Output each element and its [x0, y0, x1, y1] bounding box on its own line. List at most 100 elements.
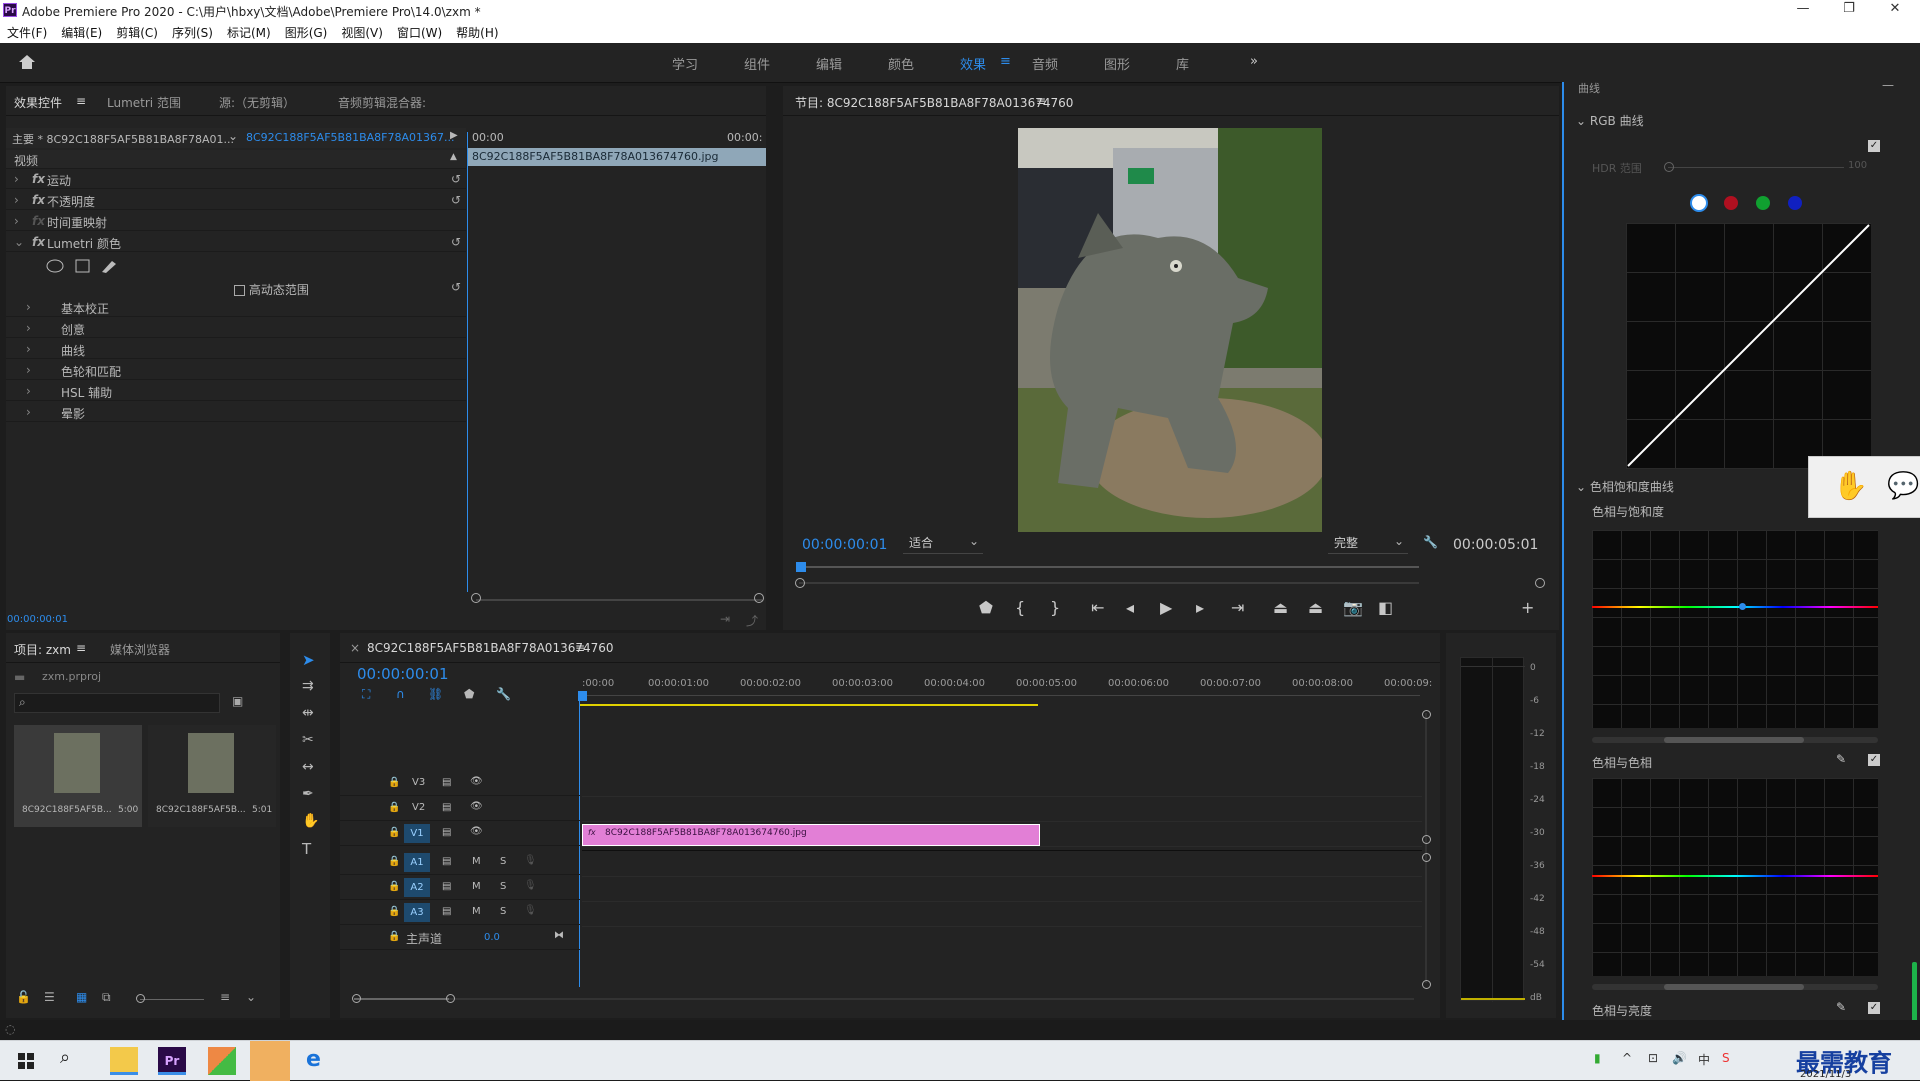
battery-icon[interactable]: ▮: [1594, 1051, 1601, 1065]
lumetri-curves[interactable]: › 曲线: [6, 340, 466, 359]
wrench-icon[interactable]: 🔧: [1423, 535, 1438, 549]
hdr-range-slider[interactable]: [1668, 167, 1844, 168]
maximize-icon[interactable]: ❐: [1826, 1, 1872, 20]
project-item-1[interactable]: 8C92C188F5AF5B... 5:00: [14, 725, 142, 827]
workspace-learn[interactable]: 学习: [672, 54, 698, 73]
ime-icon[interactable]: 中: [1698, 1051, 1710, 1068]
quality-select[interactable]: 完整 ⌄: [1328, 534, 1408, 554]
sync-lock-icon[interactable]: ▤: [442, 906, 451, 917]
hand-icon[interactable]: ✋: [1833, 469, 1868, 502]
file-explorer-icon[interactable]: [110, 1047, 138, 1075]
ellipse-mask-icon[interactable]: [46, 259, 64, 273]
tab-source[interactable]: 源:（无剪辑）: [219, 94, 295, 111]
new-bin-icon[interactable]: ▣: [232, 694, 243, 708]
panel-menu-icon[interactable]: ≡: [76, 641, 86, 655]
tab-lumetri-scopes[interactable]: Lumetri 范围: [107, 94, 181, 111]
eye-icon[interactable]: 👁: [470, 801, 483, 812]
timeline-timecode[interactable]: 00:00:00:01: [357, 665, 449, 683]
add-button-icon[interactable]: +: [1521, 598, 1534, 617]
lock-icon[interactable]: 🔒: [388, 827, 400, 838]
pen-tool-icon[interactable]: ✒: [302, 786, 314, 802]
export-icon[interactable]: ⇥: [720, 612, 730, 626]
panel-menu-icon[interactable]: ≡: [1036, 94, 1046, 108]
hue-vs-luma-checkbox[interactable]: ✓: [1868, 1002, 1880, 1014]
play-icon[interactable]: ▶: [1160, 598, 1172, 617]
mic-icon[interactable]: 🎙: [524, 905, 537, 916]
curve-control-point[interactable]: [1739, 603, 1746, 610]
volume-icon[interactable]: 🔊: [1672, 1051, 1687, 1065]
chevron-up-icon[interactable]: ^: [1622, 1051, 1632, 1065]
rgb-enable-checkbox[interactable]: ✓: [1868, 140, 1880, 152]
hdr-checkbox[interactable]: 高动态范围: [234, 281, 309, 298]
lock-icon[interactable]: 🔒: [388, 906, 400, 917]
channel-blue[interactable]: [1788, 196, 1802, 210]
master-volume[interactable]: 0.0: [484, 932, 500, 943]
timeline-ruler[interactable]: :00:00 00:00:01:00 00:00:02:00 00:00:03:…: [580, 675, 1432, 709]
search-icon[interactable]: ⌕: [60, 1047, 88, 1075]
menu-sequence[interactable]: 序列(S): [165, 21, 220, 41]
hue-vs-hue-scroll[interactable]: [1592, 984, 1878, 990]
program-timecode[interactable]: 00:00:00:01: [802, 537, 887, 553]
tab-effect-controls[interactable]: 效果控件: [14, 94, 62, 111]
channel-red[interactable]: [1724, 196, 1738, 210]
mute-button[interactable]: M: [472, 906, 481, 917]
channel-white[interactable]: [1690, 194, 1708, 212]
rgb-curves-label[interactable]: ⌄ RGB 曲线: [1576, 112, 1644, 129]
menu-markers[interactable]: 标记(M): [220, 21, 278, 41]
add-marker-icon[interactable]: ⬟: [464, 687, 474, 701]
hue-vs-hue-checkbox[interactable]: ✓: [1868, 754, 1880, 766]
list-view-icon[interactable]: ☰: [44, 990, 55, 1004]
snap-icon[interactable]: ∩: [396, 687, 405, 701]
hand-tool-icon[interactable]: ✋: [302, 813, 319, 829]
menu-help[interactable]: 帮助(H): [449, 21, 505, 41]
menu-window[interactable]: 窗口(W): [390, 21, 449, 41]
sequence-clip-label[interactable]: 8C92C188F5AF5B81BA8F78A01367...: [246, 131, 454, 144]
tab-audio-clip-mixer[interactable]: 音频剪辑混合器:: [338, 94, 426, 111]
workspace-editing[interactable]: 编辑: [816, 54, 842, 73]
lumetri-vignette[interactable]: › 晕影: [6, 403, 466, 422]
lock-icon[interactable]: 🔒: [388, 931, 400, 942]
network-icon[interactable]: ⊡: [1648, 1051, 1658, 1065]
fx-row-motion[interactable]: › fx 运动 ↺: [6, 170, 466, 189]
add-marker-icon[interactable]: ⬟: [979, 598, 993, 617]
step-back-icon[interactable]: ◂: [1126, 598, 1134, 617]
track-header-a2[interactable]: 🔒 A2 ▤ M S 🎙: [340, 876, 580, 900]
track-header-master[interactable]: 🔒 主声道 0.0 ⧓: [340, 926, 580, 950]
chevron-down-icon[interactable]: ⌄: [246, 990, 256, 1004]
master-clip-label[interactable]: 主要 * 8C92C188F5AF5B81BA8F78A01...: [12, 131, 234, 147]
premiere-taskbar-icon[interactable]: Pr: [158, 1047, 186, 1075]
pen-mask-icon[interactable]: [102, 261, 116, 273]
menu-graphics[interactable]: 图形(G): [278, 21, 335, 41]
reset-icon[interactable]: ↺: [451, 235, 461, 249]
camera-icon[interactable]: 📷: [1343, 598, 1363, 617]
reset-icon[interactable]: ↺: [451, 193, 461, 207]
ripple-edit-tool-icon[interactable]: ⇹: [302, 705, 314, 721]
mark-in-icon[interactable]: {: [1015, 598, 1025, 617]
selection-tool-icon[interactable]: ➤: [302, 651, 315, 669]
work-area-bar[interactable]: [580, 704, 1038, 706]
sort-icon[interactable]: ≡: [220, 990, 230, 1004]
panel-menu-icon[interactable]: ≡: [575, 641, 585, 655]
workspace-libraries[interactable]: 库: [1176, 54, 1189, 73]
track-area[interactable]: 8C92C188F5AF5B81BA8F78A013674760.jpg fx: [582, 772, 1422, 950]
wrench-icon[interactable]: 🔧: [496, 687, 511, 701]
mute-button[interactable]: M: [472, 881, 481, 892]
rect-mask-icon[interactable]: [75, 259, 90, 273]
type-tool-icon[interactable]: T: [302, 840, 311, 858]
eyedropper-icon[interactable]: ✎: [1836, 1000, 1846, 1014]
sync-lock-icon[interactable]: ▤: [442, 777, 451, 788]
ec-playhead[interactable]: [467, 132, 468, 592]
close-icon[interactable]: ✕: [1872, 1, 1918, 20]
program-zoom-scroll[interactable]: [799, 582, 1419, 584]
lift-icon[interactable]: ⏏: [1273, 598, 1288, 617]
sync-lock-icon[interactable]: ▤: [442, 827, 451, 838]
menu-file[interactable]: 文件(F): [0, 21, 54, 41]
mic-icon[interactable]: 🎙: [524, 880, 537, 891]
timeline-h-scroll[interactable]: [354, 998, 1414, 1000]
panel-menu-icon[interactable]: ≡: [76, 94, 86, 108]
track-header-v1[interactable]: 🔒 V1 ▤ 👁: [340, 822, 580, 846]
lock-icon[interactable]: 🔒: [388, 881, 400, 892]
lock-icon[interactable]: 🔓: [16, 990, 31, 1004]
slip-tool-icon[interactable]: ↔: [302, 759, 314, 775]
timeline-clip-v1[interactable]: 8C92C188F5AF5B81BA8F78A013674760.jpg: [582, 824, 1040, 846]
